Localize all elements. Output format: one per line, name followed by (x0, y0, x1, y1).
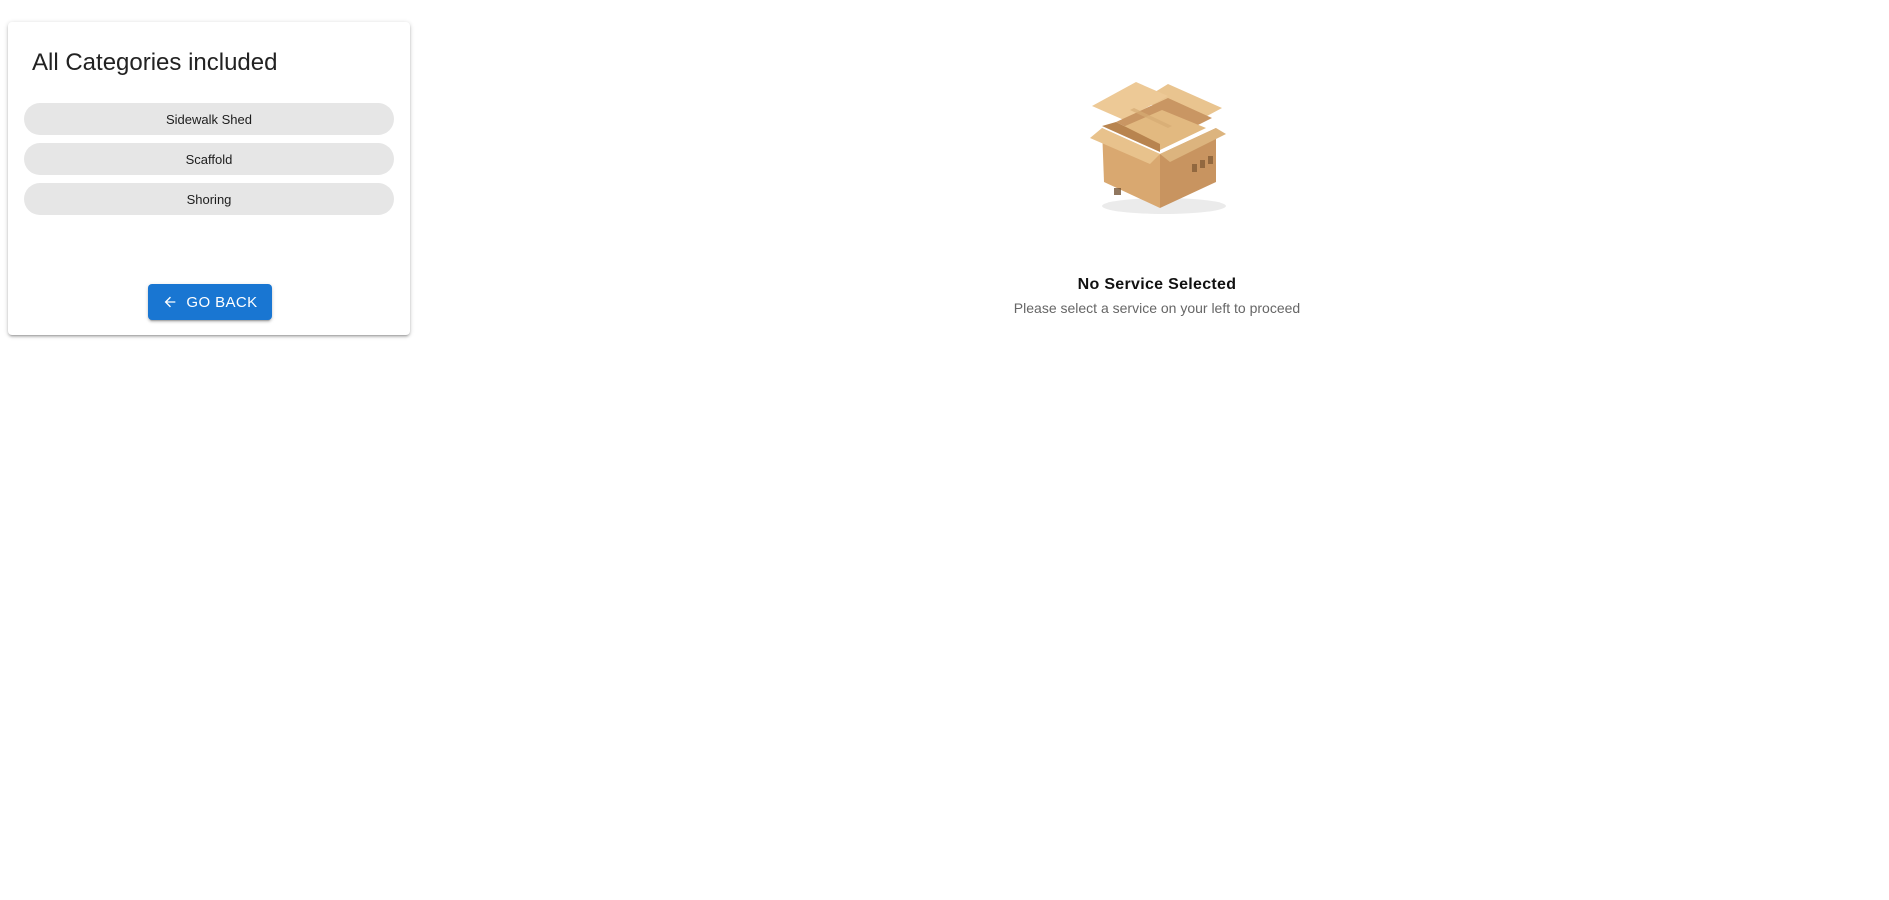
panel-title: All Categories included (32, 49, 278, 76)
categories-panel: All Categories included Sidewalk Shed Sc… (8, 22, 410, 335)
category-list: Sidewalk Shed Scaffold Shoring (24, 103, 394, 223)
page: All Categories included Sidewalk Shed Sc… (0, 0, 1889, 900)
category-chip-sidewalk-shed[interactable]: Sidewalk Shed (24, 103, 394, 135)
go-back-button[interactable]: GO BACK (148, 284, 272, 320)
category-chip-shoring[interactable]: Shoring (24, 183, 394, 215)
empty-state-subtitle: Please select a service on your left to … (1013, 300, 1301, 316)
open-box-illustration (1090, 82, 1226, 214)
empty-state-title: No Service Selected (1077, 276, 1237, 293)
category-chip-label: Shoring (186, 191, 232, 207)
category-chip-scaffold[interactable]: Scaffold (24, 143, 394, 175)
category-chip-label: Sidewalk Shed (166, 111, 252, 127)
arrow-left-icon (162, 294, 178, 310)
category-chip-label: Scaffold (185, 151, 233, 167)
go-back-label: GO BACK (186, 293, 258, 311)
empty-state: No Service Selected Please select a serv… (957, 72, 1357, 316)
